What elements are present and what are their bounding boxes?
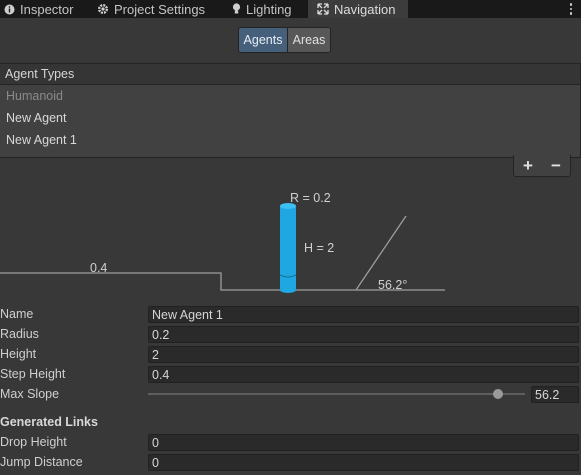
radius-field[interactable]: 0.2	[148, 326, 579, 343]
tab-project-settings[interactable]: Project Settings	[97, 0, 217, 18]
areas-button[interactable]: Areas	[288, 27, 331, 53]
tab-label: Inspector	[20, 1, 74, 17]
drop-height-field[interactable]: 0	[148, 434, 579, 451]
name-label: Name	[0, 307, 34, 321]
tab-label: Lighting	[246, 1, 292, 17]
list-add-remove: + −	[513, 155, 571, 177]
height-label-text: Height	[0, 347, 37, 361]
height-field[interactable]: 2	[148, 346, 579, 363]
ground-profile-line	[0, 215, 407, 291]
tab-lighting[interactable]: Lighting	[232, 0, 302, 18]
agent-types-list: Agent Types Humanoid New Agent New Agent…	[0, 63, 581, 158]
generated-links-heading: Generated Links	[0, 415, 98, 429]
step-height-label: 0.4	[90, 261, 108, 275]
name-field[interactable]: New Agent 1	[148, 306, 579, 323]
tab-inspector[interactable]: Inspector	[4, 0, 82, 18]
max-slope-field[interactable]: 56.2	[531, 386, 579, 403]
tab-navigation[interactable]: Navigation	[308, 0, 408, 18]
height-label: H = 2	[304, 241, 335, 255]
jump-distance-label: Jump Distance	[0, 455, 83, 469]
agent-types-header: Agent Types	[0, 64, 580, 85]
step-height-label-text: Step Height	[0, 367, 66, 381]
tab-bar: Inspector Project Settings Lighting Navi…	[0, 0, 581, 18]
slope-angle-label: 56.2°	[378, 278, 408, 292]
info-icon	[4, 4, 15, 14]
max-slope-label: Max Slope	[0, 387, 60, 401]
mode-toggle: Agents Areas	[238, 27, 331, 53]
drop-height-label: Drop Height	[0, 435, 67, 449]
add-agent-button[interactable]: +	[523, 157, 533, 174]
agents-button[interactable]: Agents	[238, 27, 288, 53]
gear-icon	[98, 4, 108, 14]
tab-label: Project Settings	[114, 1, 206, 17]
more-options-icon[interactable]	[569, 1, 573, 17]
radius-label: R = 0.2	[290, 191, 331, 205]
jump-distance-field[interactable]: 0	[148, 454, 579, 471]
agent-diagram: R = 0.2 H = 2 0.4 56.2°	[0, 180, 460, 303]
list-item-humanoid[interactable]: Humanoid	[0, 85, 580, 107]
list-item-new-agent-1[interactable]: New Agent 1	[0, 129, 580, 151]
radius-label-text: Radius	[0, 327, 39, 341]
max-slope-slider-thumb[interactable]	[493, 389, 503, 399]
list-item-new-agent[interactable]: New Agent	[0, 107, 580, 129]
bulb-icon	[232, 3, 241, 14]
max-slope-slider-track[interactable]	[148, 393, 525, 395]
tab-label: Navigation	[334, 1, 396, 17]
navigation-icon	[317, 3, 329, 15]
agent-cylinder	[279, 203, 297, 293]
remove-agent-button[interactable]: −	[551, 157, 561, 174]
step-height-field[interactable]: 0.4	[148, 366, 579, 383]
